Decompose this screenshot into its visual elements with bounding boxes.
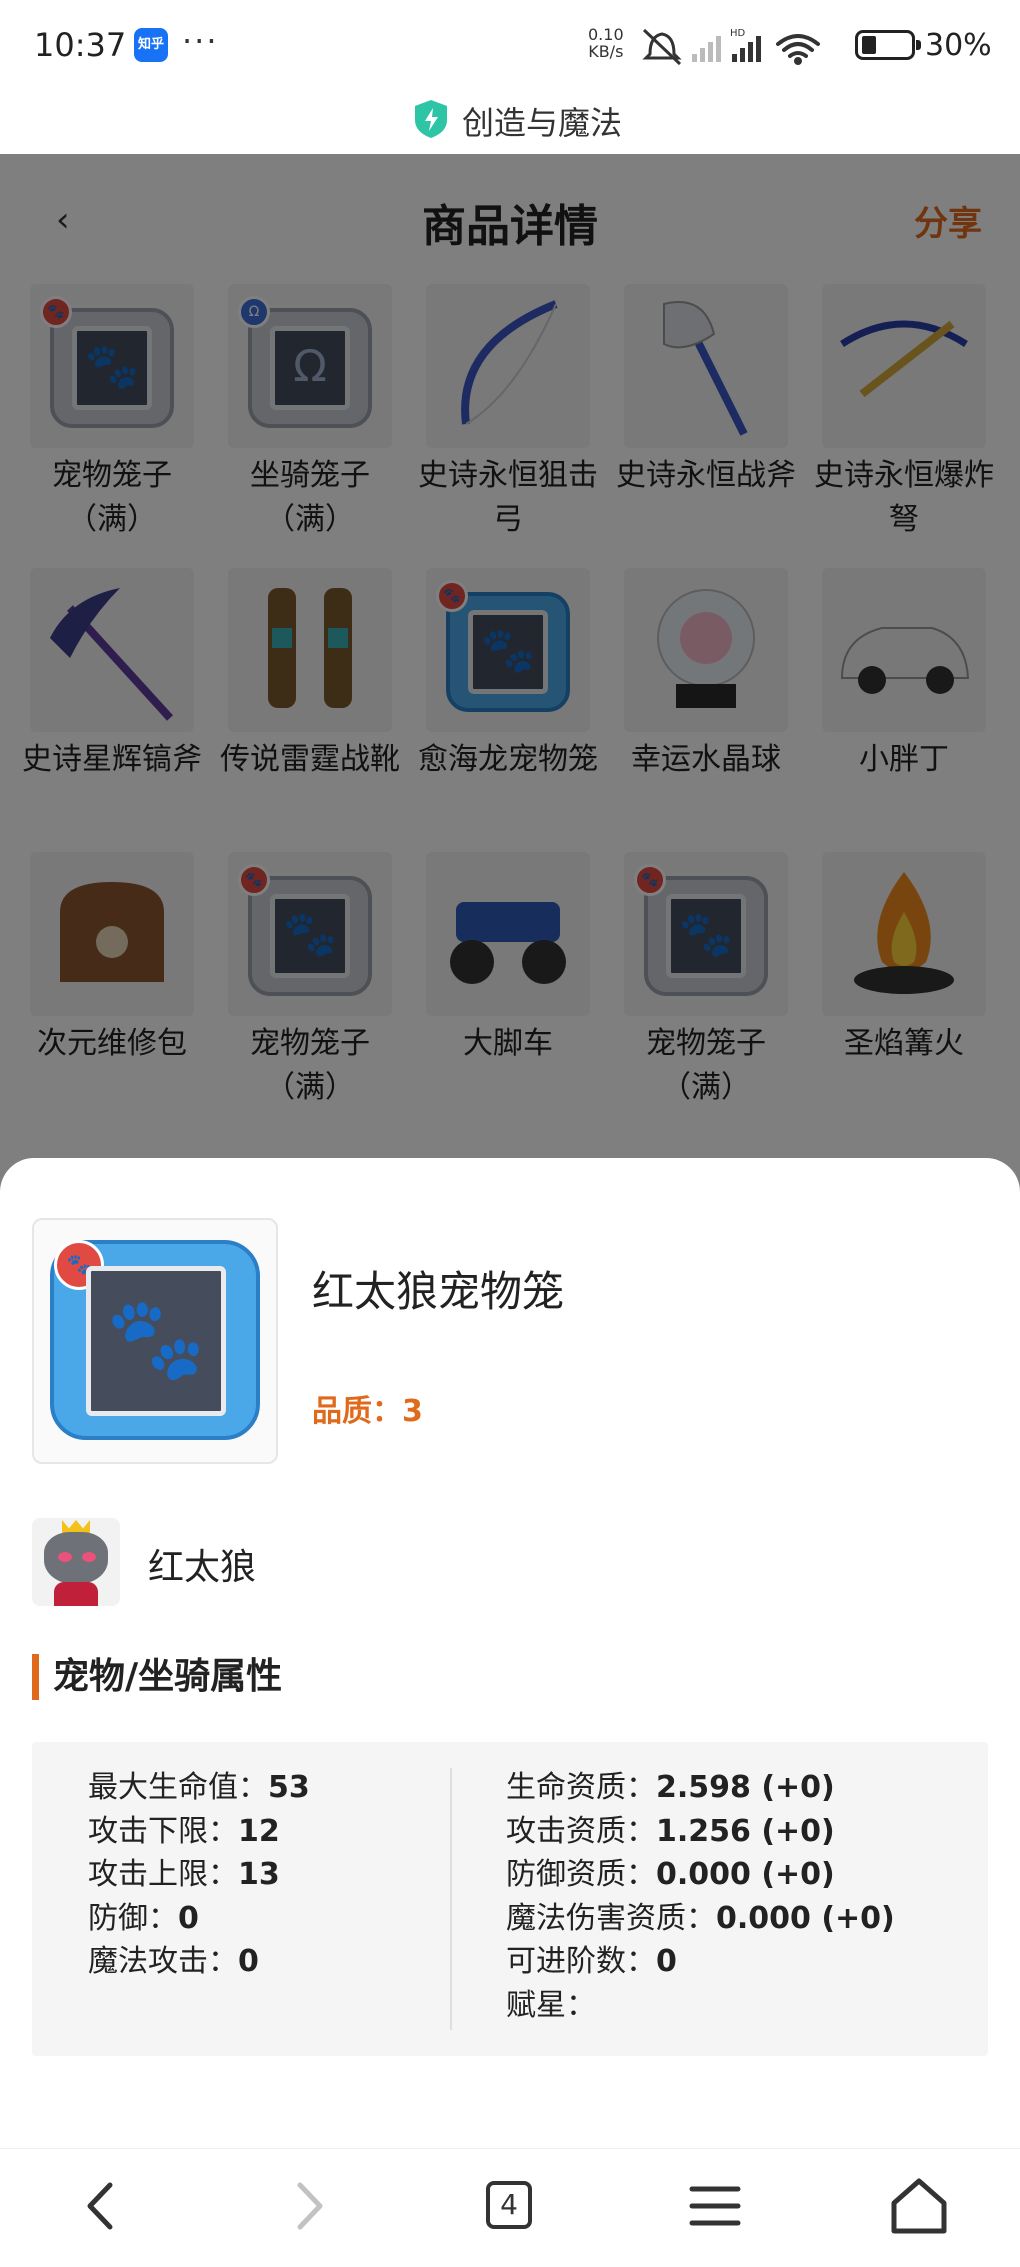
quality-value: 3 [402, 1394, 423, 1429]
attributes-right: 生命资质：2.598 (+0) 攻击资质：1.256 (+0) 防御资质：0.0… [506, 1766, 895, 2027]
stat-row: 攻击资质：1.256 (+0) [506, 1813, 835, 1849]
zhihu-notification-icon: 知乎 [134, 28, 168, 62]
stat-row: 魔法攻击：0 [88, 1944, 259, 1979]
status-bar: 10:37 知乎 ··· 0.10 KB/s HD 30% [0, 0, 1020, 90]
network-speed: 0.10 KB/s [588, 26, 624, 60]
item-image: 🐾 🐾 [32, 1218, 278, 1464]
network-speed-value: 0.10 [588, 25, 624, 44]
attributes-left: 最大生命值：53 攻击下限：12 攻击上限：13 防御：0 魔法攻击：0 [88, 1766, 310, 1984]
section-title: 宠物/坐骑属性 [32, 1654, 282, 1700]
stat-row: 攻击下限：12 [88, 1813, 280, 1849]
more-notifications-icon: ··· [182, 22, 219, 60]
wolf-icon [44, 1532, 108, 1584]
stat-row: 攻击上限：13 [88, 1857, 280, 1892]
quality-label: 品质： [312, 1394, 402, 1429]
network-speed-unit: KB/s [588, 42, 624, 61]
stat-row: 生命资质：2.598 (+0) [506, 1770, 835, 1805]
stat-row: 可进阶数：0 [506, 1944, 677, 1979]
item-name: 红太狼宠物笼 [312, 1267, 565, 1316]
tabs-button[interactable]: 4 [474, 2171, 544, 2241]
battery-icon [855, 30, 921, 60]
modal-overlay[interactable] [0, 154, 1020, 1244]
browser-nav-bar: 4 [0, 2148, 1020, 2267]
secure-shield-icon [415, 100, 447, 138]
owner-name: 红太狼 [148, 1547, 257, 1588]
stat-row: 最大生命值：53 [88, 1770, 310, 1805]
item-quality: 品质：3 [312, 1386, 423, 1430]
stat-row: 防御：0 [88, 1900, 199, 1936]
column-divider [450, 1768, 452, 2030]
forward-icon[interactable] [274, 2171, 344, 2241]
svg-text:HD: HD [730, 28, 746, 39]
item-detail-sheet: 🐾 🐾 红太狼宠物笼 品质：3 红太狼 宠物/坐骑属性 最大生命值：53 攻击下限… [0, 1158, 1020, 2148]
stat-row: 魔法伤害资质：0.000 (+0) [506, 1900, 895, 1936]
status-time: 10:37 [34, 26, 127, 64]
pet-cage-blue-icon: 🐾🐾 [50, 1240, 260, 1440]
site-title-bar: 创造与魔法 [0, 90, 1020, 154]
home-icon[interactable] [884, 2171, 954, 2241]
signal-1-icon [692, 36, 721, 62]
stat-row: 赋星： [506, 1987, 596, 2023]
back-icon[interactable] [66, 2171, 136, 2241]
site-title: 创造与魔法 [462, 104, 623, 142]
mute-icon [642, 28, 682, 66]
signal-2-icon: HD [730, 28, 761, 62]
battery-percent: 30% [925, 28, 992, 63]
wifi-icon [776, 34, 820, 65]
tab-count: 4 [486, 2181, 532, 2229]
owner-avatar [32, 1518, 120, 1606]
stat-row: 防御资质：0.000 (+0) [506, 1857, 835, 1892]
attributes-panel: 最大生命值：53 攻击下限：12 攻击上限：13 防御：0 魔法攻击：0 生命资… [32, 1742, 988, 2056]
menu-icon[interactable] [680, 2171, 750, 2241]
